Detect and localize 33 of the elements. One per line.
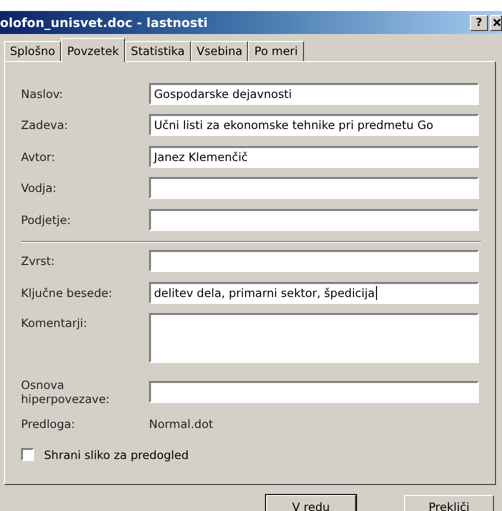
field-label: Ključne besede:	[21, 286, 114, 300]
field-label: Vodja:	[21, 181, 58, 196]
tab[interactable]: Povzetek	[61, 38, 125, 62]
input-field[interactable]	[149, 381, 479, 404]
tab[interactable]: Splošno	[4, 41, 62, 61]
field-label: Osnova hiperpovezave:	[21, 378, 111, 406]
close-icon	[493, 18, 501, 27]
field-value: Normal.dot	[149, 416, 214, 431]
window-title: olofon_unisvet.doc - lastnosti	[0, 15, 208, 30]
input-field[interactable]: delitev dela, primarni sektor, špedicija	[149, 282, 479, 304]
field-label: Naslov:	[21, 86, 64, 101]
field-label: Predloga:	[21, 416, 76, 431]
checkbox[interactable]	[21, 448, 34, 461]
tab[interactable]: Statistika	[124, 41, 191, 61]
field-label: Komentarji:	[21, 314, 88, 330]
tab[interactable]: Vsebina	[190, 41, 248, 61]
cancel-button[interactable]: Prekliči	[404, 495, 494, 511]
help-button[interactable]: ?	[470, 14, 488, 30]
field-label: Avtor:	[21, 150, 56, 164]
input-field[interactable]: Učni listi za ekonomske tehnike pri predmetu Go	[149, 114, 479, 136]
field-label: Podjetje:	[21, 212, 72, 227]
input-field[interactable]	[149, 177, 479, 200]
input-field[interactable]	[149, 250, 479, 272]
close-button[interactable]	[490, 14, 502, 30]
input-field[interactable]	[149, 208, 479, 231]
field-label: Zvrst:	[21, 254, 56, 268]
checkbox-label: Shrani sliko za predogled	[44, 448, 189, 462]
text-area[interactable]	[149, 312, 479, 362]
input-field[interactable]: Janez Klemenčič	[149, 146, 479, 168]
input-field[interactable]: Gospodarske dejavnosti	[149, 82, 479, 105]
tab[interactable]: Po meri	[248, 41, 304, 61]
field-label: Zadeva:	[21, 118, 70, 132]
ok-button[interactable]: V redu	[266, 495, 356, 511]
